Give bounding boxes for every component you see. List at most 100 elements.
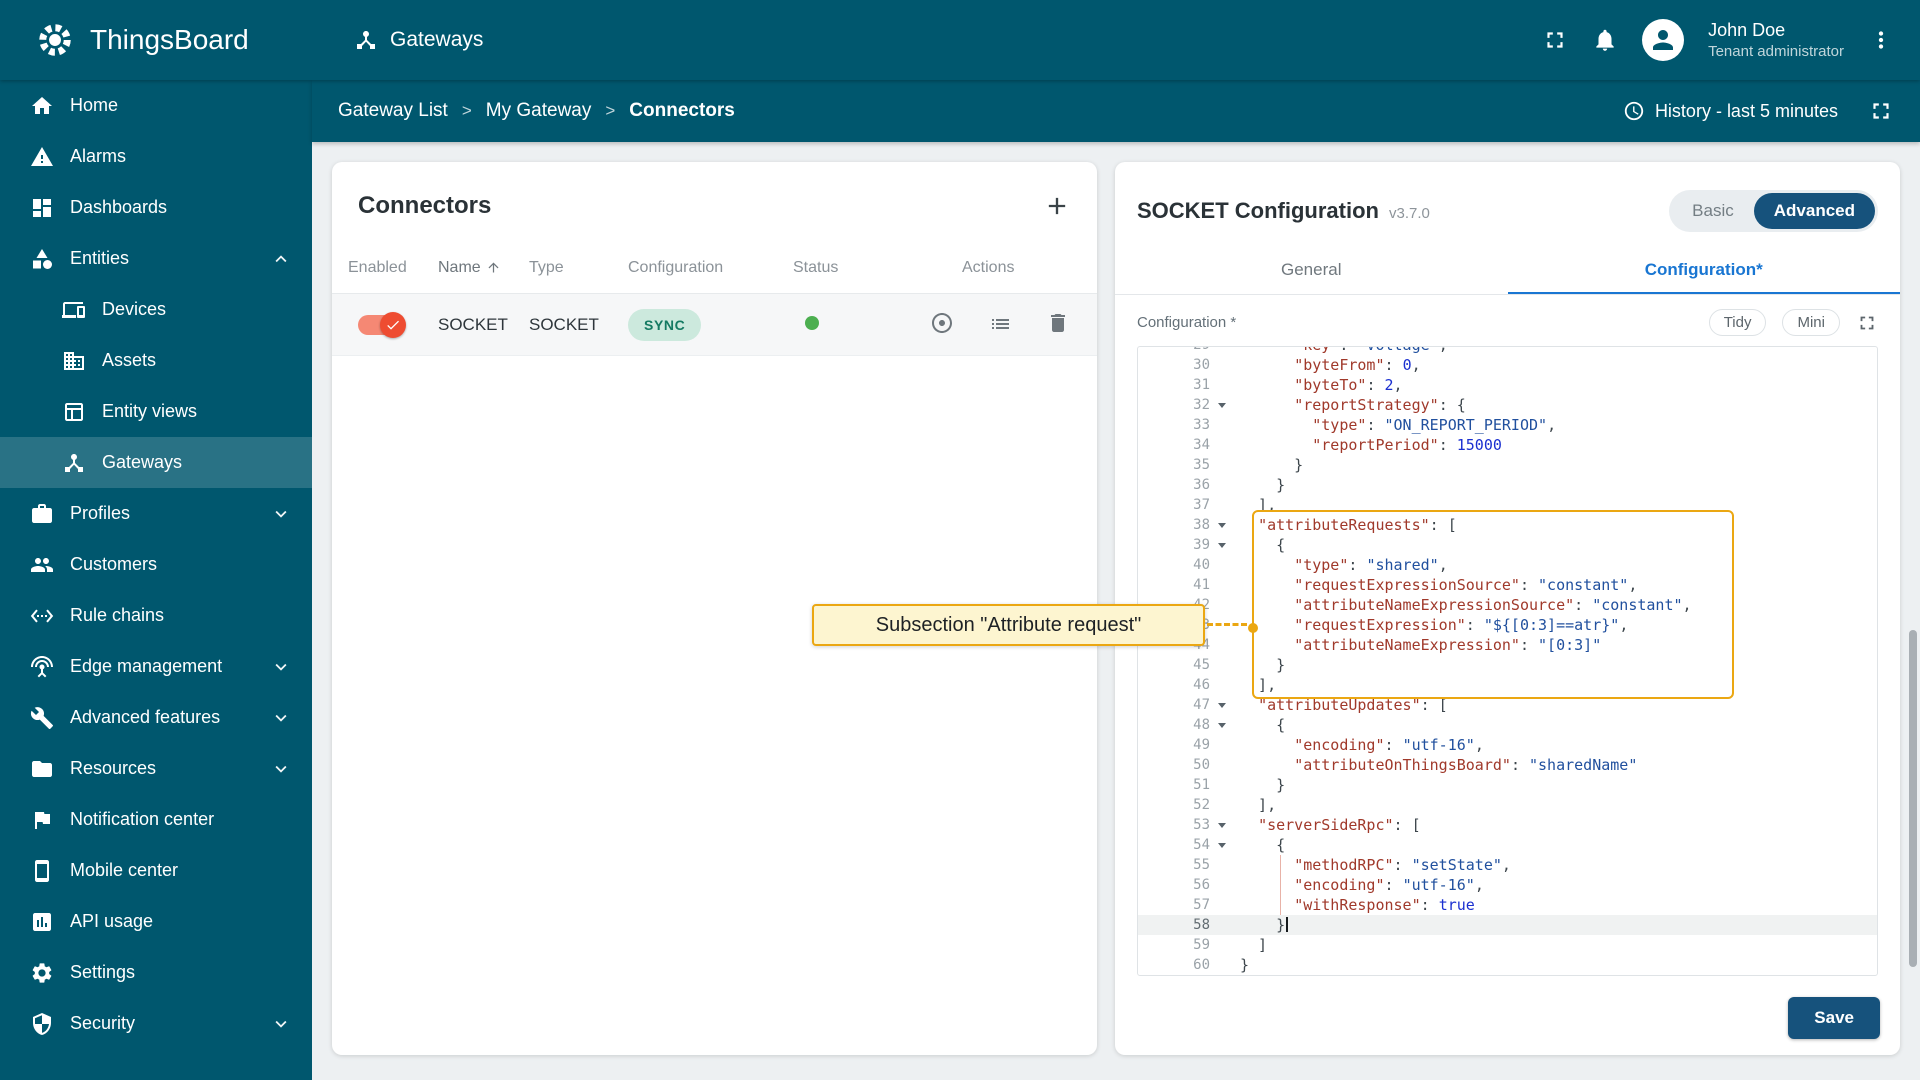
sidebar-item-api-usage[interactable]: API usage [0, 896, 312, 947]
bell-icon [1592, 27, 1618, 53]
tab-configuration[interactable]: Configuration* [1508, 246, 1901, 294]
connector-row[interactable]: SOCKET SOCKET SYNC [332, 294, 1097, 356]
sidebar-item-settings[interactable]: Settings [0, 947, 312, 998]
line-number: 33 [1193, 417, 1210, 433]
sidebar-item-alarms[interactable]: Alarms [0, 131, 312, 182]
sidebar-item-edge-management[interactable]: Edge management [0, 641, 312, 692]
fold-icon[interactable] [1218, 403, 1226, 408]
line-number: 46 [1193, 677, 1210, 693]
notifications-button[interactable] [1592, 27, 1618, 53]
sidebar-item-notification-center[interactable]: Notification center [0, 794, 312, 845]
details-button[interactable] [988, 311, 1012, 338]
line-number: 57 [1193, 897, 1210, 913]
user-info: John Doe Tenant administrator [1708, 19, 1844, 62]
fold-icon[interactable] [1218, 543, 1226, 548]
sidebar-item-security[interactable]: Security [0, 998, 312, 1049]
subbar-fullscreen-button[interactable] [1868, 98, 1894, 124]
add-connector-button[interactable] [1043, 192, 1071, 220]
advanced-mode-button[interactable]: Advanced [1753, 193, 1875, 229]
chevron-down-icon [270, 503, 292, 525]
sidebar-item-label: Settings [70, 962, 136, 982]
line-number: 53 [1138, 815, 1230, 835]
code-line-46: 46 ], [1138, 675, 1877, 695]
more-menu-button[interactable] [1868, 27, 1894, 53]
breadcrumb-bar: Gateway List > My Gateway > Connectors H… [312, 80, 1920, 142]
column-actions: Actions [962, 258, 1015, 276]
line-number: 48 [1138, 715, 1230, 735]
code-text: } [1240, 776, 1286, 794]
thingsboard-brand[interactable]: ThingsBoard [0, 19, 312, 61]
code-text: ] [1240, 936, 1268, 954]
breadcrumb-gateway-list[interactable]: Gateway List [338, 100, 448, 122]
breadcrumb: Gateway List > My Gateway > Connectors [338, 100, 735, 122]
home-icon [30, 94, 54, 118]
line-number: 59 [1193, 937, 1210, 953]
person-icon [1648, 25, 1678, 55]
code-line-37: 37 ], [1138, 495, 1877, 515]
line-number: 36 [1193, 477, 1210, 493]
indent-guide [1280, 855, 1281, 915]
fold-icon[interactable] [1218, 723, 1226, 728]
connector-enabled-toggle[interactable] [358, 311, 406, 338]
line-number: 56 [1193, 877, 1210, 893]
sidebar-item-entities[interactable]: Entities [0, 233, 312, 284]
brand-name: ThingsBoard [90, 24, 249, 55]
fold-icon[interactable] [1218, 523, 1226, 528]
plus-icon [1043, 192, 1071, 220]
code-text: "reportStrategy": { [1294, 396, 1466, 414]
code-text: "attributeRequests": [ [1258, 516, 1457, 534]
column-name-sort[interactable]: Name [438, 259, 529, 277]
connector-type: SOCKET [529, 314, 599, 334]
json-config-editor[interactable]: 29 "key": "Voltage",30 "byteFrom": 0,31 … [1137, 346, 1878, 976]
sidebar-item-label: Dashboards [70, 197, 168, 217]
code-text: "requestExpressionSource": "constant", [1294, 576, 1638, 594]
line-number: 41 [1193, 577, 1210, 593]
sidebar-item-mobile-center[interactable]: Mobile center [0, 845, 312, 896]
fullscreen-button[interactable] [1542, 27, 1568, 53]
advanced-icon [30, 706, 54, 730]
sidebar-item-assets[interactable]: Assets [0, 335, 312, 386]
sidebar-item-customers[interactable]: Customers [0, 539, 312, 590]
user-name: John Doe [1708, 19, 1786, 40]
code-line-58: 58 } [1138, 915, 1877, 935]
gateways-icon [62, 451, 86, 475]
fold-icon[interactable] [1218, 823, 1226, 828]
fold-icon[interactable] [1218, 843, 1226, 848]
line-number: 49 [1193, 737, 1210, 753]
sidebar-item-home[interactable]: Home [0, 80, 312, 131]
line-number: 29 [1138, 347, 1230, 355]
save-button[interactable]: Save [1788, 997, 1880, 1039]
gateways-icon [354, 28, 378, 52]
code-line-56: 56 "encoding": "utf-16", [1138, 875, 1877, 895]
code-line-30: 30 "byteFrom": 0, [1138, 355, 1877, 375]
breadcrumb-my-gateway[interactable]: My Gateway [486, 100, 592, 122]
sidebar-item-label: Home [70, 95, 119, 115]
rpc-button[interactable] [930, 311, 954, 338]
line-number: 60 [1193, 957, 1210, 973]
sidebar-item-rule-chains[interactable]: Rule chains [0, 590, 312, 641]
mini-button[interactable]: Mini [1782, 309, 1840, 336]
sidebar-item-devices[interactable]: Devices [0, 284, 312, 335]
avatar[interactable] [1642, 18, 1685, 61]
delete-button[interactable] [1046, 311, 1070, 338]
sidebar-item-label: Edge management [70, 656, 223, 676]
tab-general[interactable]: General [1115, 246, 1508, 294]
history-button[interactable]: History - last 5 minutes [1617, 99, 1844, 123]
sidebar-item-profiles[interactable]: Profiles [0, 488, 312, 539]
line-number: 32 [1138, 395, 1230, 415]
page-scrollbar[interactable] [1909, 630, 1917, 967]
tidy-button[interactable]: Tidy [1708, 309, 1767, 336]
code-line-48: 48 { [1138, 715, 1877, 735]
sidebar-item-resources[interactable]: Resources [0, 743, 312, 794]
fold-icon[interactable] [1218, 703, 1226, 708]
basic-mode-button[interactable]: Basic [1672, 193, 1754, 229]
sidebar-item-label: Assets [102, 350, 157, 370]
sidebar-item-advanced-features[interactable]: Advanced features [0, 692, 312, 743]
annotation-callout: Subsection "Attribute request" [812, 604, 1205, 646]
code-text: ], [1240, 796, 1277, 814]
code-text: "methodRPC": "setState", [1294, 856, 1511, 874]
sidebar-item-gateways[interactable]: Gateways [0, 437, 312, 488]
editor-fullscreen-button[interactable] [1856, 312, 1878, 334]
sidebar-item-dashboards[interactable]: Dashboards [0, 182, 312, 233]
sidebar-item-entity-views[interactable]: Entity views [0, 386, 312, 437]
